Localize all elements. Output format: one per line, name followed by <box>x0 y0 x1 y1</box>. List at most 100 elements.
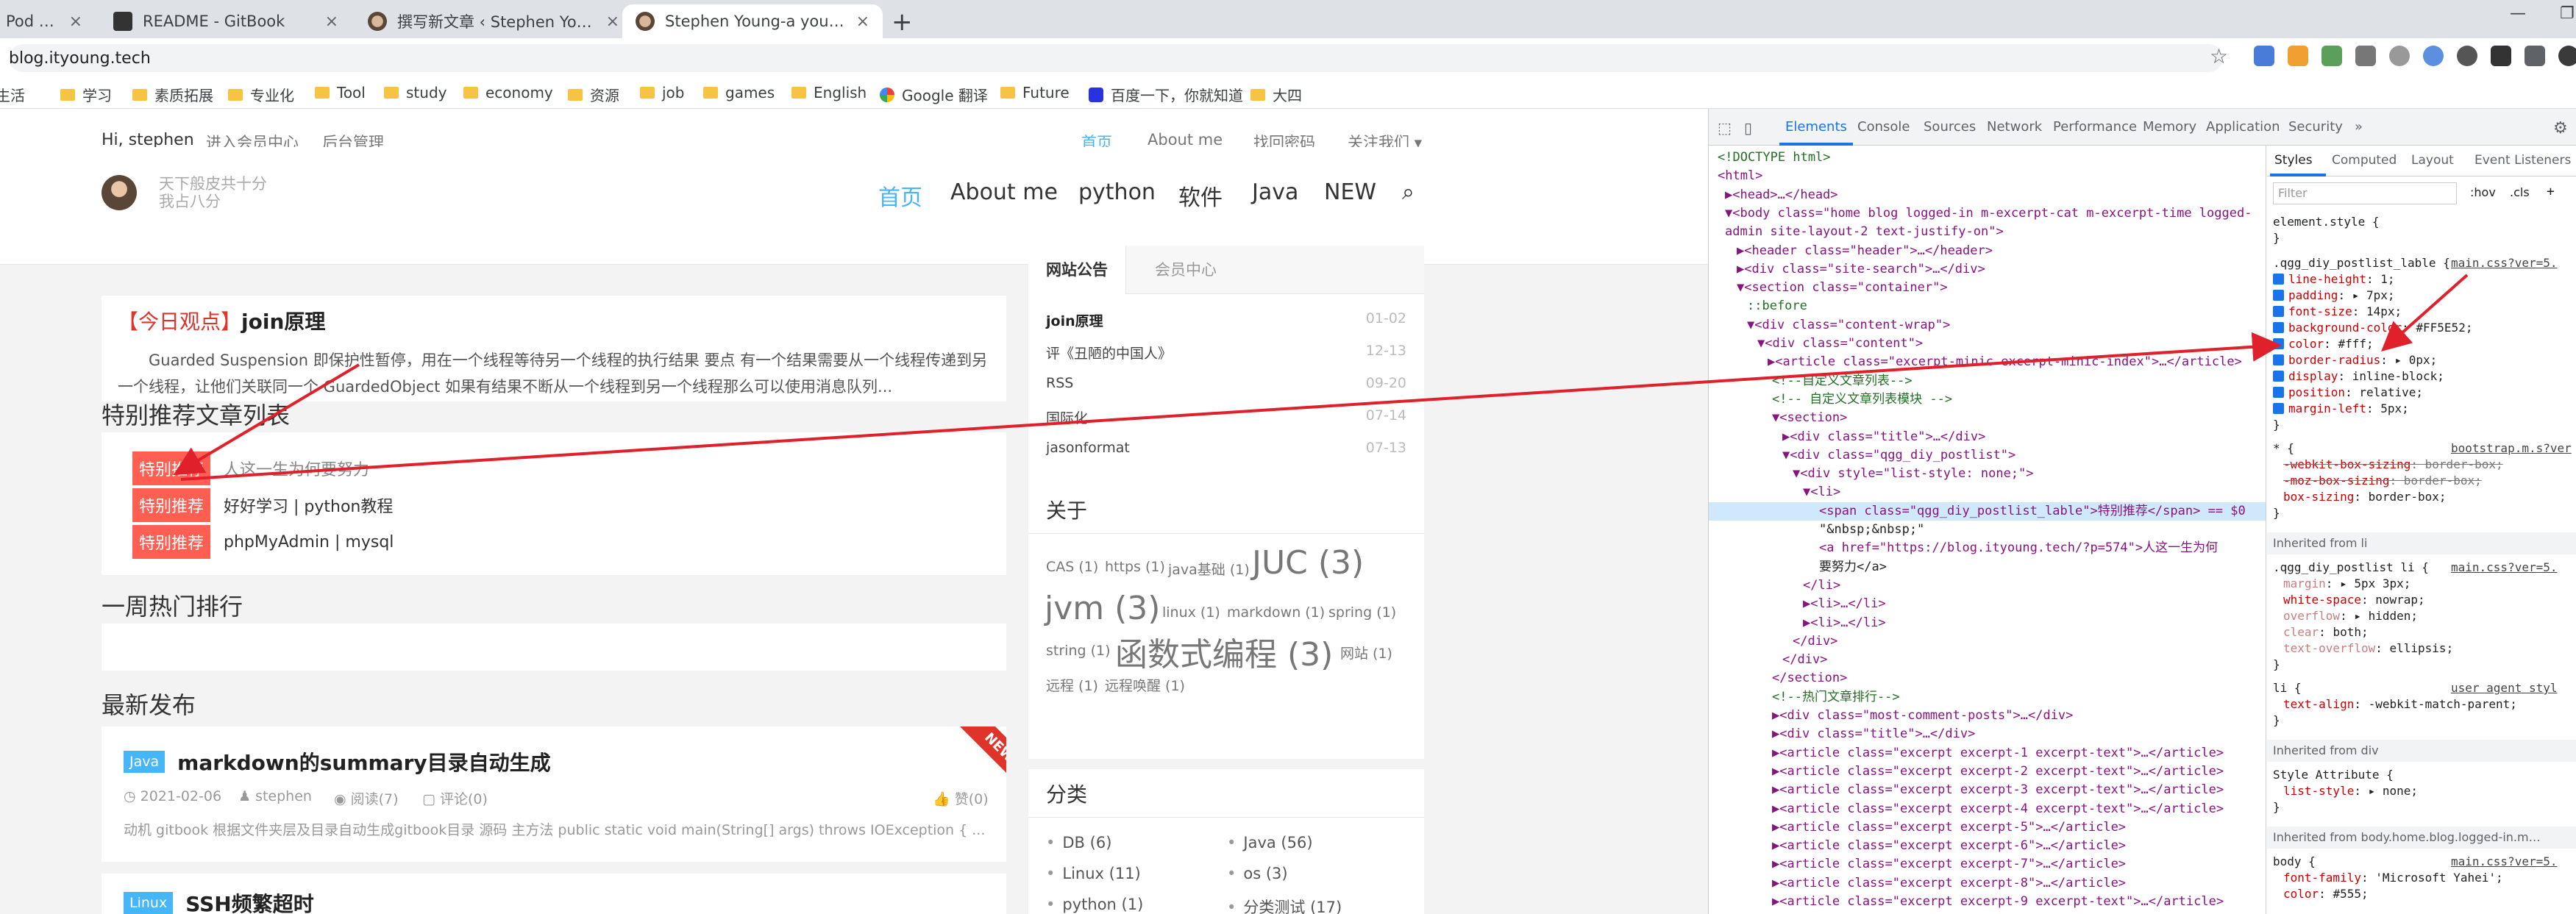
tab-network[interactable]: Network <box>1987 119 2042 135</box>
nav-new[interactable]: NEW <box>1324 179 1376 205</box>
dom-node-line[interactable]: 要努力</a> <box>1819 558 1887 576</box>
property-checkbox[interactable] <box>2273 338 2284 349</box>
post-like-button[interactable]: 👍 赞(0) <box>933 788 989 808</box>
property-checkbox[interactable] <box>2273 290 2284 301</box>
dom-node-line[interactable]: <!-- 自定义文章列表模块 --> <box>1772 390 1952 409</box>
css-property[interactable]: color: #fff; <box>2273 337 2374 351</box>
property-checkbox[interactable] <box>2273 322 2284 333</box>
dom-node-line[interactable]: <html> <box>1718 167 1762 185</box>
url-field[interactable]: blog.ityoung.tech <box>9 44 2223 72</box>
property-checkbox[interactable] <box>2273 274 2284 285</box>
tab-event-listeners[interactable]: Event Listeners <box>2474 153 2571 168</box>
tag-link[interactable]: linux (1) <box>1162 604 1220 621</box>
browser-tab-4-active[interactable]: Stephen Young-a young man × <box>622 4 883 38</box>
dom-node-line[interactable]: ▼<body class="home blog logged-in m-exce… <box>1725 204 2252 223</box>
bookmark-folder[interactable]: Future <box>1000 84 1070 101</box>
category-link[interactable]: os (3) <box>1227 865 1287 882</box>
category-link[interactable]: Java (56) <box>1227 834 1312 851</box>
gear-icon[interactable]: ⚙ <box>2553 119 2568 138</box>
stylesheet-source-link[interactable]: main.css?ver=5. <box>2451 256 2558 270</box>
featured-title[interactable]: join原理 <box>241 310 325 334</box>
tag-link[interactable]: spring (1) <box>1328 604 1396 621</box>
tab-layout[interactable]: Layout <box>2411 153 2454 168</box>
recommend-item[interactable]: 特别推荐 phpMyAdmin | mysql <box>132 525 394 559</box>
dom-node-line[interactable]: <!--热门文章排行--> <box>1772 688 1900 707</box>
restore-icon[interactable]: ❐ <box>2560 4 2575 23</box>
extension-icon[interactable] <box>2389 46 2410 66</box>
nav-about[interactable]: About me <box>950 179 1058 205</box>
notice-item[interactable]: RSS <box>1046 375 1073 391</box>
tag-link[interactable]: java基础 (1) <box>1168 559 1250 579</box>
notice-item[interactable]: join原理 <box>1046 310 1103 330</box>
hover-state-button[interactable]: :hov <box>2470 185 2496 199</box>
puzzle-extensions-icon[interactable] <box>2525 46 2545 66</box>
dom-node-line[interactable]: ▶<article class="excerpt excerpt-1 excer… <box>1772 744 2224 763</box>
dom-node-line[interactable]: ▶<article class="excerpt excerpt-5">…</a… <box>1772 818 2126 837</box>
tab-security[interactable]: Security <box>2288 119 2343 135</box>
bookmark-folder[interactable]: economy <box>463 84 553 101</box>
post-title[interactable]: markdown的summary目录自动生成 <box>177 751 551 775</box>
tab-memory[interactable]: Memory <box>2143 119 2196 135</box>
translate-extension-icon[interactable] <box>2254 46 2274 66</box>
recommend-item-link[interactable]: phpMyAdmin | mysql <box>224 533 394 551</box>
nav-software[interactable]: 软件 <box>1178 179 1223 212</box>
dom-node-line[interactable]: <!--自定义文章列表--> <box>1772 372 1913 390</box>
dom-node-line[interactable]: "&nbsp;&nbsp;" <box>1819 521 1924 539</box>
tab-application[interactable]: Application <box>2206 119 2280 135</box>
tag-link[interactable]: CAS (1) <box>1046 559 1098 575</box>
bookmark-folder[interactable]: study <box>384 84 446 101</box>
new-tab-button[interactable]: + <box>892 7 913 37</box>
tag-link[interactable]: 远程 (1) <box>1046 675 1098 695</box>
featured-article[interactable]: 【今日观点】join原理 Guarded Suspension 即保护性暂停，用… <box>102 296 1006 401</box>
post-author[interactable]: ♟ stephen <box>238 788 312 804</box>
extension-icon[interactable] <box>2288 46 2308 66</box>
recommend-item-link[interactable]: 好好学习 | python教程 <box>224 493 393 517</box>
more-tabs-button[interactable]: » <box>2355 119 2363 135</box>
nav-home[interactable]: 首页 <box>878 179 922 212</box>
dom-node-line[interactable]: ▼<div class="content"> <box>1757 335 1923 353</box>
css-property[interactable]: margin-left: 5px; <box>2273 401 2409 415</box>
bookmark-folder[interactable]: English <box>791 84 867 101</box>
stylesheet-source-link[interactable]: main.css?ver=5. <box>2451 560 2558 574</box>
close-tab-icon[interactable]: × <box>606 13 619 31</box>
stylesheet-source-link[interactable]: main.css?ver=5. <box>2451 854 2558 868</box>
category-link[interactable]: DB (6) <box>1046 834 1111 851</box>
nav-python[interactable]: python <box>1078 179 1156 205</box>
bookmark-folder[interactable]: 资源 <box>568 84 619 105</box>
dom-node-line[interactable]: </div> <box>1782 651 1827 669</box>
bookmark-folder[interactable]: 学习 <box>60 84 112 105</box>
tag-link[interactable]: https (1) <box>1105 559 1165 575</box>
post-comments[interactable]: ▢ 评论(0) <box>422 788 488 808</box>
dom-node-line[interactable]: <!DOCTYPE html> <box>1718 149 1831 167</box>
dom-node-line[interactable]: ▶<div class="site-search">…</div> <box>1737 260 1985 279</box>
search-icon[interactable]: ⌕ <box>1402 179 1415 205</box>
recommend-item[interactable]: 特别推荐 好好学习 | python教程 <box>132 488 393 522</box>
notice-item[interactable]: 国际化 <box>1046 407 1088 427</box>
bookmark-folder[interactable]: 生活 <box>0 84 25 105</box>
tag-link[interactable]: JUC (3) <box>1252 544 1364 582</box>
property-checkbox[interactable] <box>2273 371 2284 382</box>
notice-item[interactable]: 评《丑陋的中国人》 <box>1046 343 1172 363</box>
css-property[interactable]: position: relative; <box>2273 385 2423 399</box>
bookmark-folder[interactable]: 素质拓展 <box>132 84 213 105</box>
styles-filter-input[interactable]: Filter <box>2273 182 2457 204</box>
category-link[interactable]: 分类测试 (17) <box>1227 896 1342 914</box>
dom-node-line[interactable]: admin site-layout-2 text-justify-on"> <box>1725 223 2004 241</box>
dom-node-line[interactable]: ▼<section class="container"> <box>1737 279 1948 297</box>
bookmark-folder[interactable]: games <box>703 84 775 101</box>
dom-node-line[interactable]: ▶<article class="excerpt excerpt-8">…</a… <box>1772 874 2126 893</box>
dom-node-line[interactable]: ▼<li> <box>1803 483 1840 501</box>
extension-icon[interactable] <box>2457 46 2477 66</box>
minimize-icon[interactable]: — <box>2510 4 2526 23</box>
dom-node-line[interactable]: ▶<article class="excerpt excerpt-4 excer… <box>1772 800 2224 818</box>
extension-icon[interactable] <box>2321 46 2342 66</box>
tag-link[interactable]: jvm (3) <box>1045 590 1160 627</box>
top-about-link[interactable]: About me <box>1148 131 1223 149</box>
extension-icon[interactable] <box>2491 46 2511 66</box>
dom-node-line[interactable]: ▶<article class="excerpt excerpt-3 excer… <box>1772 781 2224 799</box>
close-tab-icon[interactable]: × <box>856 13 869 31</box>
device-toolbar-icon[interactable]: ▯ <box>1744 119 1752 137</box>
property-checkbox[interactable] <box>2273 306 2284 317</box>
category-link[interactable]: python (1) <box>1046 896 1143 913</box>
dom-node-line[interactable]: ▶<header class="header">…</header> <box>1737 242 1993 260</box>
